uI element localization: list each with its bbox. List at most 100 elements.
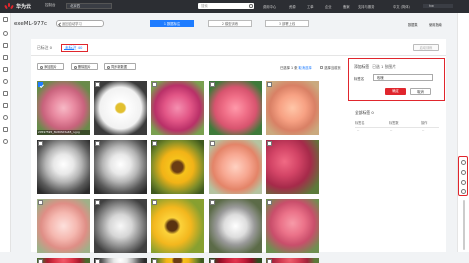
start-training-button[interactable]: 启动训练 — [413, 44, 439, 51]
checkbox-box[interactable] — [320, 65, 324, 70]
delete-icon — [73, 65, 77, 69]
image-checkbox[interactable] — [38, 259, 44, 263]
step-deploy[interactable]: 3 部署上线 — [265, 20, 309, 27]
image-card[interactable] — [151, 140, 204, 194]
nav-item-billing[interactable]: 费用中心 — [263, 4, 276, 9]
image-card[interactable] — [94, 258, 147, 263]
select-page-checkbox[interactable]: 选择当前页 — [320, 65, 341, 70]
image-checkbox[interactable] — [95, 259, 101, 263]
image-checkbox[interactable] — [152, 259, 158, 263]
confirm-button[interactable]: 确定 — [385, 88, 406, 95]
cloud-icon[interactable] — [3, 43, 8, 48]
image-checkbox[interactable] — [95, 141, 101, 147]
image-checkbox[interactable] — [267, 259, 273, 263]
image-filename: 20597595_3b893d3e65_n.jpg — [37, 130, 90, 135]
phone-icon[interactable] — [461, 180, 466, 185]
image-card[interactable] — [94, 199, 147, 253]
nav-item-enterprise[interactable]: 企业 — [325, 4, 332, 9]
image-checkbox[interactable] — [95, 82, 101, 88]
selected-count: 已选择 1 张 — [280, 66, 298, 70]
search-input[interactable]: 搜索 — [198, 3, 254, 9]
col-tag-name: 标签名 — [355, 121, 365, 125]
chat-icon[interactable] — [461, 160, 466, 165]
floating-toolbar — [458, 156, 468, 196]
scrollbar[interactable] — [463, 200, 465, 250]
dataset-link[interactable]: 数据集 — [408, 22, 418, 27]
image-checkbox[interactable] — [210, 82, 216, 88]
image-card[interactable] — [266, 140, 319, 194]
back-to-automl-button[interactable]: 返回自动学习 — [56, 19, 104, 27]
feedback-icon[interactable] — [461, 170, 466, 175]
image-checkbox[interactable] — [210, 259, 216, 263]
search-icon[interactable] — [249, 4, 253, 8]
image-card[interactable] — [94, 81, 147, 135]
image-card[interactable] — [209, 81, 262, 135]
image-card[interactable]: 20597595_3b893d3e65_n.jpg — [37, 81, 90, 135]
brand-name[interactable]: 华为云 — [16, 3, 31, 10]
network-icon[interactable] — [3, 79, 8, 84]
image-checkbox[interactable] — [210, 200, 216, 206]
image-card[interactable] — [151, 199, 204, 253]
top-icon[interactable] — [461, 189, 466, 194]
image-checkbox[interactable] — [267, 82, 273, 88]
image-card[interactable] — [209, 199, 262, 253]
image-checkbox[interactable] — [210, 141, 216, 147]
image-card[interactable] — [94, 140, 147, 194]
guide-link[interactable]: 使用指南 — [429, 22, 442, 27]
monitor-icon[interactable] — [3, 103, 8, 108]
top-nav-bar: 华为云 控制台 北京四 搜索 费用中心 资源 工单 企业 备案 支持与服务 中文… — [0, 0, 469, 13]
security-icon[interactable] — [3, 115, 8, 120]
image-card[interactable] — [37, 140, 90, 194]
image-card[interactable] — [151, 81, 204, 135]
language-selector[interactable]: 中文 (简体) — [393, 4, 410, 9]
image-card[interactable] — [37, 258, 90, 263]
tab-unlabeled[interactable]: 未标注 40 — [61, 44, 88, 52]
image-checkbox[interactable] — [267, 141, 273, 147]
nav-item-resources[interactable]: 资源 — [289, 4, 296, 9]
image-card[interactable] — [266, 258, 319, 263]
menu-icon[interactable] — [3, 17, 8, 22]
settings-icon[interactable] — [3, 127, 8, 132]
server-icon[interactable] — [3, 55, 8, 60]
nav-item-tickets[interactable]: 工单 — [307, 4, 314, 9]
image-checkbox[interactable] — [152, 141, 158, 147]
cancel-button[interactable]: 取消 — [410, 88, 431, 95]
delete-images-button[interactable]: 删除图片 — [71, 63, 98, 70]
image-card[interactable] — [266, 81, 319, 135]
image-checkbox[interactable] — [267, 200, 273, 206]
service-icon[interactable] — [3, 31, 8, 36]
tab-labeled[interactable]: 已标注 0 — [37, 45, 52, 51]
empty-cell: -- — [357, 128, 360, 132]
storage-icon[interactable] — [3, 91, 8, 96]
image-card[interactable] — [37, 199, 90, 253]
left-sidebar — [0, 13, 11, 252]
image-card[interactable] — [151, 258, 204, 263]
image-checkbox[interactable] — [95, 200, 101, 206]
nav-item-support[interactable]: 支持与服务 — [358, 4, 374, 9]
col-actions: 操作 — [421, 121, 428, 125]
sync-data-button[interactable]: 同步新数据 — [104, 63, 136, 70]
image-checkbox[interactable] — [38, 141, 44, 147]
help-icon[interactable] — [3, 139, 8, 144]
huawei-logo[interactable] — [4, 3, 14, 10]
step-data-labeling[interactable]: 1 数据标注 — [150, 20, 194, 27]
image-checkbox[interactable] — [38, 200, 44, 206]
empty-cell: -- — [422, 128, 425, 132]
region-selector[interactable]: 北京四 — [66, 3, 112, 9]
label-name-input[interactable]: 玫瑰 — [373, 74, 433, 81]
image-card[interactable] — [209, 258, 262, 263]
step-model-training[interactable]: 2 模型训练 — [208, 20, 252, 27]
console-label[interactable]: 控制台 — [45, 3, 56, 8]
add-images-button[interactable]: 添加图片 — [37, 63, 64, 70]
cancel-selection-link[interactable]: 取消选择 — [298, 66, 311, 70]
image-checkbox[interactable] — [152, 200, 158, 206]
image-checkbox[interactable] — [38, 82, 44, 88]
image-checkbox[interactable] — [152, 82, 158, 88]
user-menu[interactable]: hw — [423, 4, 453, 8]
nav-item-filing[interactable]: 备案 — [343, 4, 350, 9]
add-icon — [39, 65, 43, 69]
database-icon[interactable] — [3, 67, 8, 72]
image-card[interactable] — [209, 140, 262, 194]
image-card[interactable] — [266, 199, 319, 253]
label-name-caption: 标签名 — [354, 77, 365, 81]
